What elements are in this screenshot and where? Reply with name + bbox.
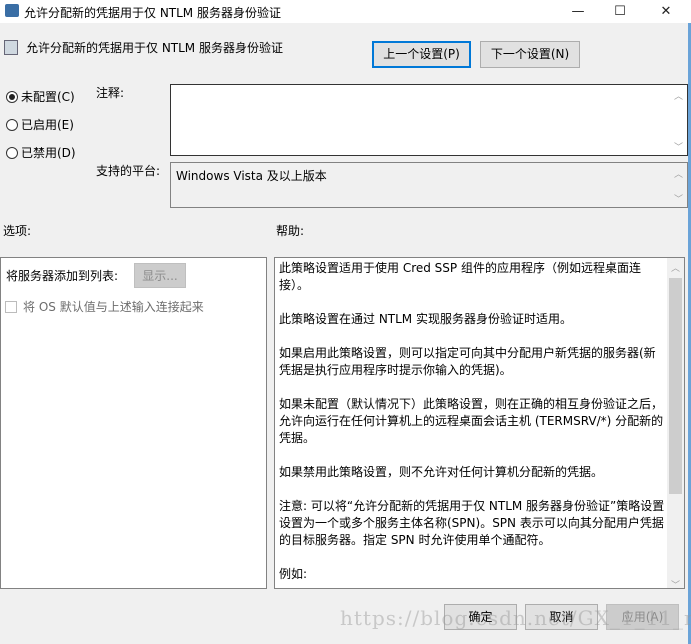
previous-setting-button[interactable]: 上一个设置(P)	[372, 41, 471, 68]
comment-label: 注释:	[96, 86, 125, 100]
help-paragraph: 此策略设置适用于使用 Cred SSP 组件的应用程序（例如远程桌面连接）。	[279, 261, 641, 292]
help-paragraph: 如果未配置（默认情况下）此策略设置，则在正确的相互身份验证之后，允许向运行在任何…	[279, 397, 664, 445]
help-paragraph: 如果启用此策略设置，则可以指定可向其中分配用户新凭据的服务器(新凭据是执行应用程…	[279, 346, 656, 377]
title-bar: 允许分配新的凭据用于仅 NTLM 服务器身份验证 — ☐ ✕	[0, 0, 691, 23]
radio-enabled[interactable]: 已启用(E)	[6, 116, 74, 133]
help-paragraph: 此策略设置在通过 NTLM 实现服务器身份验证时适用。	[279, 312, 572, 326]
radio-checked-icon	[6, 90, 18, 103]
help-panel: 此策略设置适用于使用 Cred SSP 组件的应用程序（例如远程桌面连接）。 此…	[274, 257, 685, 589]
help-paragraph: 注意: 可以将“允许分配新的凭据用于仅 NTLM 服务器身份验证”策略设置设置为…	[279, 499, 665, 547]
app-icon	[5, 4, 19, 17]
radio-not-configured[interactable]: 未配置(C)	[6, 88, 75, 105]
next-setting-button[interactable]: 下一个设置(N)	[480, 41, 580, 68]
window-title: 允许分配新的凭据用于仅 NTLM 服务器身份验证	[24, 6, 281, 20]
options-heading: 选项:	[3, 224, 32, 238]
radio-label: 未配置(C)	[21, 90, 75, 104]
help-heading: 帮助:	[276, 224, 305, 238]
radio-label: 已启用(E)	[21, 118, 74, 132]
platform-field: Windows Vista 及以上版本 ︿ ﹀	[170, 162, 688, 208]
scroll-thumb[interactable]	[669, 278, 682, 494]
maximize-button[interactable]: ☐	[600, 0, 640, 23]
checkbox-icon	[5, 300, 17, 313]
scroll-up-icon[interactable]: ︿	[667, 261, 684, 274]
policy-icon	[4, 40, 18, 55]
options-panel: 将服务器添加到列表: 显示... 将 OS 默认值与上述输入连接起来	[0, 257, 267, 589]
platform-label: 支持的平台:	[96, 164, 161, 178]
checkbox-label: 将 OS 默认值与上述输入连接起来	[23, 300, 204, 314]
show-button[interactable]: 显示...	[134, 263, 186, 288]
watermark: https://blog.csdn.net/GX_1_11_real	[340, 606, 691, 630]
help-paragraph: 例如:	[279, 567, 308, 581]
policy-title: 允许分配新的凭据用于仅 NTLM 服务器身份验证	[26, 41, 283, 55]
comment-textarea[interactable]: ︿ ﹀	[170, 84, 688, 156]
comment-scrollbar[interactable]: ︿ ﹀	[670, 85, 687, 155]
close-button[interactable]: ✕	[646, 0, 686, 23]
radio-unchecked-icon	[6, 118, 18, 131]
help-scrollbar[interactable]: ︿ ﹀	[667, 258, 684, 588]
platform-scrollbar[interactable]: ︿ ﹀	[670, 163, 687, 207]
platform-value: Windows Vista 及以上版本	[176, 169, 327, 183]
radio-label: 已禁用(D)	[21, 146, 76, 160]
help-paragraph: 如果禁用此策略设置，则不允许对任何计算机分配新的凭据。	[279, 465, 604, 479]
add-servers-label: 将服务器添加到列表:	[6, 269, 119, 283]
radio-unchecked-icon	[6, 146, 18, 159]
concat-checkbox[interactable]: 将 OS 默认值与上述输入连接起来	[5, 298, 204, 315]
radio-disabled[interactable]: 已禁用(D)	[6, 144, 76, 161]
minimize-button[interactable]: —	[558, 0, 598, 23]
scroll-down-icon[interactable]: ﹀	[667, 578, 684, 588]
